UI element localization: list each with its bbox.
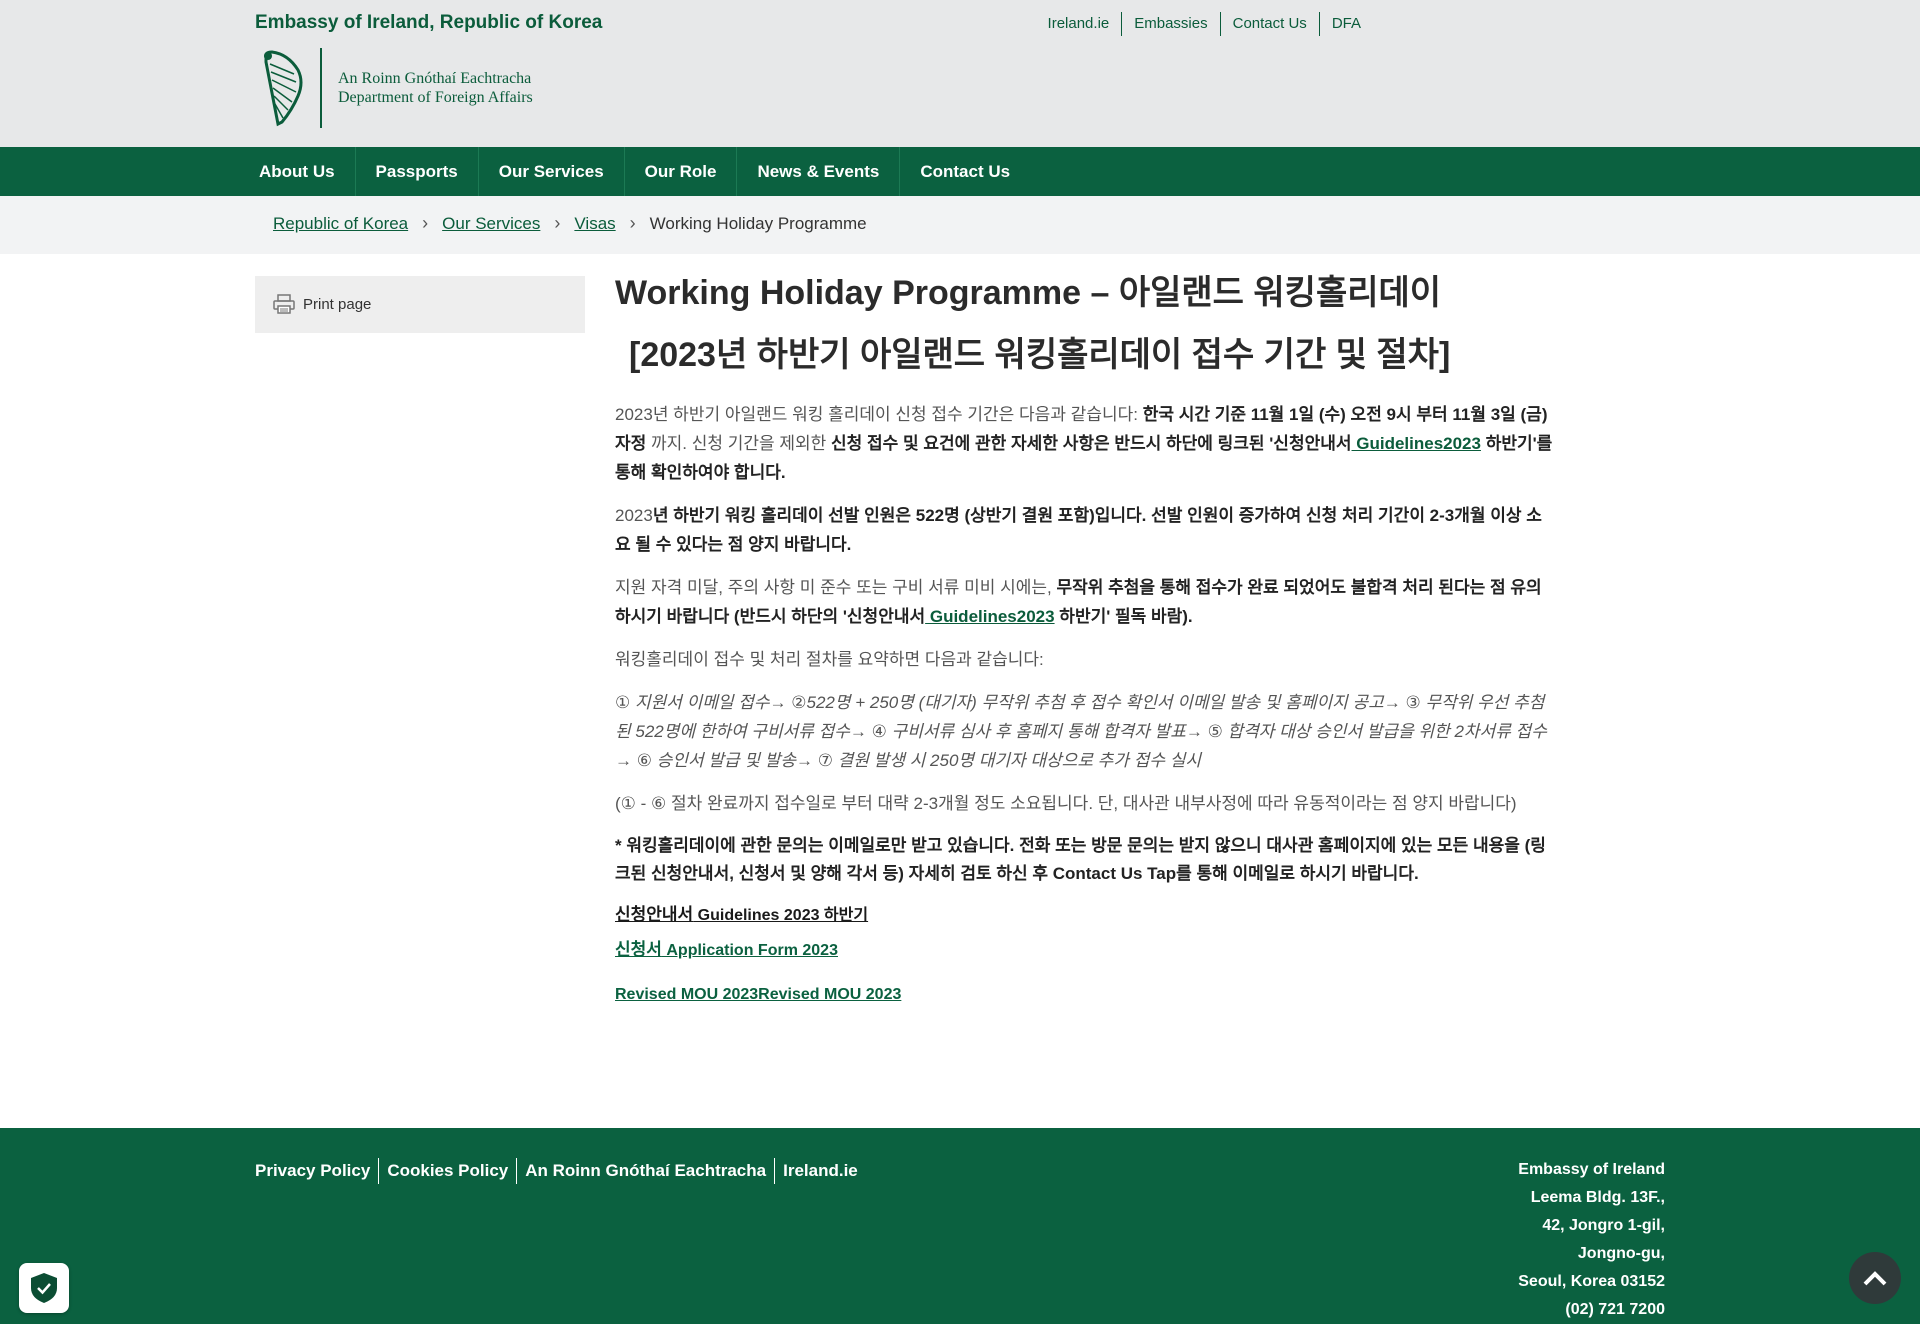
back-to-top-button[interactable] [1849, 1252, 1901, 1304]
chevron-up-icon [1863, 1271, 1887, 1286]
paragraph-disqualification: 지원 자격 미달, 주의 사항 미 준수 또는 구비 서류 미비 시에는, 무작… [615, 573, 1555, 631]
address-line: Leema Bldg. 13F., [1530, 1189, 1665, 1206]
paragraph-email-notice: * 워킹홀리데이에 관한 문의는 이메일로만 받고 있습니다. 전화 또는 방문… [615, 836, 1546, 883]
site-footer: Privacy Policy Cookies Policy An Roinn G… [0, 1128, 1920, 1324]
footer-link-dfa[interactable]: An Roinn Gnóthaí Eachtracha [516, 1158, 774, 1184]
breadcrumb-bar: Republic of Korea › Our Services › Visas… [0, 196, 1920, 254]
harp-icon [264, 50, 303, 127]
paragraph-application-period: 2023년 하반기 아일랜드 워킹 홀리데이 신청 접수 기간은 다음과 같습니… [615, 400, 1555, 487]
embassy-name[interactable]: Embassy of Ireland, Republic of Korea [255, 12, 602, 34]
footer-link-privacy[interactable]: Privacy Policy [255, 1158, 378, 1184]
logo-divider [320, 48, 322, 128]
footer-link-cookies[interactable]: Cookies Policy [378, 1158, 516, 1184]
mou-link[interactable]: Revised MOU 2023Revised MOU 2023 [615, 978, 1555, 1012]
breadcrumb-korea[interactable]: Republic of Korea [273, 214, 408, 234]
chevron-right-icon: › [422, 213, 429, 233]
address-line: Jongno-gu, [1577, 1245, 1665, 1262]
address-line: 42, Jongro 1-gil, [1542, 1217, 1665, 1234]
footer-link-ireland[interactable]: Ireland.ie [774, 1158, 866, 1184]
paragraph-duration: (① - ⑥ 절차 완료까지 접수일로 부터 대략 2-3개월 정도 소요됩니다… [615, 794, 1517, 813]
application-form-link-ko: 신청서 [615, 940, 662, 959]
chevron-right-icon: › [554, 213, 561, 233]
sidebar: Print page [255, 276, 585, 333]
print-page-button[interactable]: Print page [273, 294, 371, 314]
main-content: Working Holiday Programme – 아일랜드 워킹홀리데이 … [615, 270, 1555, 1012]
logo-line-irish: An Roinn Gnóthaí Eachtracha [338, 70, 532, 87]
text: 하반기' 필독 바람). [1054, 607, 1193, 626]
main-nav: About Us Passports Our Services Our Role… [0, 147, 1920, 196]
breadcrumb-services[interactable]: Our Services [442, 214, 540, 234]
printer-icon [273, 294, 295, 314]
application-form-link[interactable]: 신청서 Application Form 2023 [615, 933, 1555, 968]
nav-item-role[interactable]: Our Role [623, 147, 737, 196]
logo-text: An Roinn Gnóthaí Eachtracha Department o… [338, 69, 533, 107]
guidelines-link[interactable]: 신청안내서 Guidelines 2023 하반기 [615, 898, 1555, 933]
site-header: Embassy of Ireland, Republic of Korea An… [0, 0, 1920, 147]
nav-item-passports[interactable]: Passports [354, 147, 478, 196]
document-links: 신청안내서 Guidelines 2023 하반기 신청서 Applicatio… [615, 898, 1555, 1012]
address-line: Seoul, Korea 03152 [1518, 1273, 1665, 1290]
text: 2023 [615, 506, 653, 525]
top-links: Ireland.ie Embassies Contact Us DFA [1036, 12, 1373, 36]
logo-line-english: Department of Foreign Affairs [338, 89, 533, 106]
nav-item-about[interactable]: About Us [255, 147, 355, 196]
application-form-link-en: Application Form 2023 [661, 942, 838, 959]
breadcrumb: Republic of Korea › Our Services › Visas… [273, 213, 867, 234]
paragraph-procedure-intro: 워킹홀리데이 접수 및 처리 절차를 요약하면 다음과 같습니다: [615, 650, 1044, 669]
top-link-embassies[interactable]: Embassies [1121, 12, 1219, 36]
text: 지원 자격 미달, 주의 사항 미 준수 또는 구비 서류 미비 시에는, [615, 578, 1057, 597]
page-subtitle: [2023년 하반기 아일랜드 워킹홀리데이 접수 기간 및 절차] [629, 336, 1451, 374]
nav-item-contact[interactable]: Contact Us [899, 147, 1030, 196]
text: 2023년 하반기 아일랜드 워킹 홀리데이 신청 접수 기간은 다음과 같습니… [615, 405, 1143, 424]
dfa-logo[interactable]: An Roinn Gnóthaí Eachtracha Department o… [258, 48, 533, 128]
guidelines-inline-link[interactable]: Guidelines2023 [1352, 434, 1481, 453]
nav-item-services[interactable]: Our Services [477, 147, 624, 196]
cookie-settings-button[interactable] [19, 1263, 69, 1313]
chevron-right-icon: › [629, 213, 636, 233]
paragraph-procedure-steps: ① 지원서 이메일 접수→ ②522명 + 250명 (대기자) 무작위 추첨 … [615, 693, 1547, 770]
top-link-contact[interactable]: Contact Us [1219, 12, 1319, 36]
guidelines-inline-link-2[interactable]: Guidelines2023 [925, 607, 1055, 626]
nav-item-news[interactable]: News & Events [736, 147, 899, 196]
breadcrumb-current: Working Holiday Programme [649, 213, 867, 233]
page-title: Working Holiday Programme – 아일랜드 워킹홀리데이 [615, 274, 1442, 312]
top-link-dfa[interactable]: DFA [1318, 12, 1373, 36]
address-phone: (02) 721 7200 [1565, 1301, 1665, 1318]
footer-links: Privacy Policy Cookies Policy An Roinn G… [255, 1158, 866, 1184]
address-line: Embassy of Ireland [1518, 1161, 1665, 1178]
text: 신청 접수 및 요건에 관한 자세한 사항은 반드시 하단에 링크된 '신청안내… [831, 434, 1352, 453]
breadcrumb-visas[interactable]: Visas [574, 214, 615, 234]
print-page-label: Print page [303, 295, 372, 313]
text: 년 하반기 워킹 홀리데이 선발 인원은 522명 (상반기 결원 포함)입니다… [615, 506, 1542, 554]
paragraph-quota: 2023년 하반기 워킹 홀리데이 선발 인원은 522명 (상반기 결원 포함… [615, 501, 1555, 559]
shield-check-icon [31, 1273, 57, 1303]
guidelines-link-en: Guidelines 2023 하반기 [693, 907, 869, 924]
guidelines-link-ko: 신청안내서 [615, 905, 694, 924]
text: 까지. 신청 기간을 제외한 [646, 434, 832, 453]
top-link-ireland[interactable]: Ireland.ie [1036, 12, 1122, 36]
footer-address: Embassy of Ireland Leema Bldg. 13F., 42,… [1518, 1156, 1665, 1324]
